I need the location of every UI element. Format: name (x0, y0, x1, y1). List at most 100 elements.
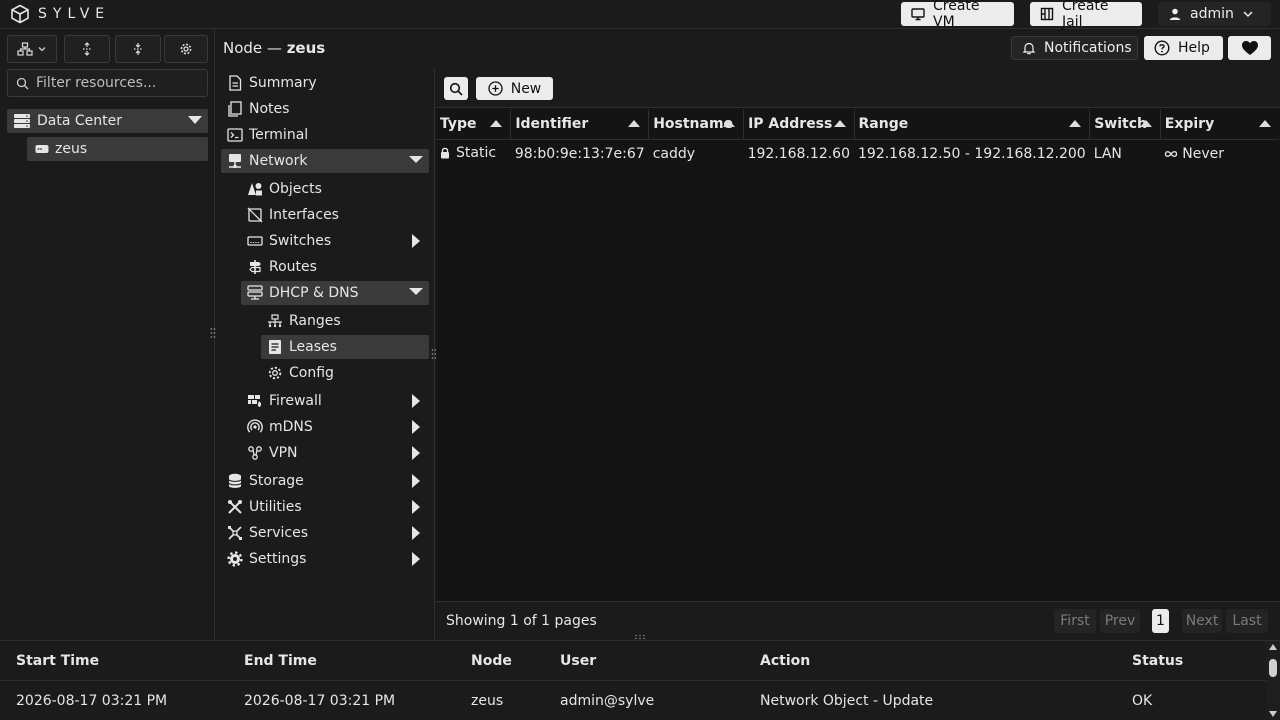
page-1-button[interactable]: 1 (1152, 609, 1169, 633)
nav-firewall[interactable]: Firewall (247, 389, 429, 413)
cube-logo-icon (10, 4, 30, 24)
sort-asc-icon (1139, 120, 1152, 128)
nav-leases[interactable]: Leases (261, 335, 429, 359)
nav-vpn[interactable]: VPN (247, 441, 429, 465)
nav-storage[interactable]: Storage (227, 469, 429, 493)
nav-dhcp-dns[interactable]: DHCP & DNS (241, 281, 429, 305)
caret-right-icon (411, 474, 421, 488)
notifications-label: Notifications (1044, 40, 1132, 56)
terminal-icon (227, 127, 243, 143)
first-page-button[interactable]: First (1054, 609, 1096, 633)
nav-notes[interactable]: Notes (227, 97, 429, 121)
column-label: IP Address (748, 115, 833, 132)
caret-right-icon (411, 552, 421, 566)
caret-down-icon[interactable] (188, 115, 202, 125)
column-header-identifier[interactable]: Identifier (510, 109, 650, 140)
column-header-ip-address[interactable]: IP Address (743, 109, 855, 140)
bell-icon (1022, 41, 1036, 55)
user-menu-button[interactable]: admin (1158, 2, 1271, 26)
create-jail-button[interactable]: Create Jail (1030, 0, 1142, 30)
column-header-type[interactable]: Type (436, 109, 512, 140)
nav-ranges[interactable]: Ranges (267, 309, 429, 333)
content-toolbar: New (436, 69, 1280, 108)
nav-network[interactable]: Network (221, 149, 429, 173)
vpn-icon (247, 445, 263, 461)
heart-icon (1241, 40, 1259, 56)
nav-routes[interactable]: Routes (247, 255, 429, 279)
log-header-status[interactable]: Status (1132, 653, 1183, 669)
chevron-down-icon (37, 44, 47, 54)
nav-firewall-label: Firewall (269, 393, 322, 409)
log-cell-status: OK (1132, 693, 1153, 709)
panel-settings-button[interactable] (164, 35, 208, 63)
log-cell-user: admin@sylve (560, 693, 655, 709)
new-lease-button[interactable]: New (476, 77, 553, 100)
log-cell-start-time: 2026-08-17 03:21 PM (16, 693, 168, 709)
scrollbar-thumb[interactable] (1269, 659, 1277, 677)
caret-right-icon (411, 234, 421, 248)
breadcrumb-node: zeus (286, 39, 326, 57)
favorite-button[interactable] (1228, 36, 1271, 60)
help-button[interactable]: Help (1144, 36, 1223, 60)
nav-switches[interactable]: Switches (247, 229, 429, 253)
brand-name: SYLVE (38, 6, 111, 22)
log-cell-action: Network Object - Update (760, 693, 934, 709)
gear-icon (227, 551, 243, 567)
collapse-all-button[interactable] (115, 35, 161, 63)
scroll-up-icon[interactable] (1269, 644, 1277, 650)
create-vm-button[interactable]: Create VM (901, 0, 1014, 30)
nav-config-label: Config (289, 365, 334, 381)
column-header-switch[interactable]: Switch (1089, 109, 1161, 140)
brand[interactable]: SYLVE (10, 4, 110, 24)
log-header-end-time[interactable]: End Time (244, 653, 317, 669)
tree-item-datacenter[interactable]: Data Center (7, 109, 208, 133)
table-row[interactable]: Static 98:b0:9e:13:7e:67 caddy 192.168.1… (436, 139, 1279, 169)
search-button[interactable] (444, 77, 468, 100)
filter-resources-input[interactable] (36, 75, 206, 91)
column-header-hostname[interactable]: Hostname (648, 109, 745, 140)
caret-right-icon (411, 526, 421, 540)
column-header-range[interactable]: Range (854, 109, 1091, 140)
nav-settings[interactable]: Settings (227, 547, 429, 571)
tree-item-node-zeus[interactable]: zeus (27, 137, 208, 161)
nav-config[interactable]: Config (267, 361, 429, 385)
user-icon (1168, 7, 1182, 21)
prev-page-button[interactable]: Prev (1100, 609, 1140, 633)
notifications-button[interactable]: Notifications (1011, 36, 1138, 60)
nav-mdns[interactable]: mDNS (247, 415, 429, 439)
top-bar: SYLVE Create VM Create Jail admin (0, 0, 1280, 30)
log-header-user[interactable]: User (560, 653, 596, 669)
scroll-down-icon[interactable] (1269, 711, 1277, 717)
nav-interfaces[interactable]: Interfaces (247, 203, 429, 227)
lease-list-icon (267, 339, 283, 355)
view-mode-dropdown[interactable] (7, 35, 57, 63)
column-label: Range (858, 115, 909, 132)
jail-icon (1040, 7, 1054, 21)
column-header-expiry[interactable]: Expiry (1160, 109, 1279, 140)
last-page-button[interactable]: Last (1226, 609, 1268, 633)
infinity-icon (1164, 150, 1178, 158)
log-header-start-time[interactable]: Start Time (16, 653, 99, 669)
nav-vpn-label: VPN (269, 445, 298, 461)
log-header-action[interactable]: Action (760, 653, 810, 669)
nav-terminal[interactable]: Terminal (227, 123, 429, 147)
nav-switches-label: Switches (269, 233, 332, 249)
plus-circle-icon (488, 81, 503, 96)
nav-summary[interactable]: Summary (227, 71, 429, 95)
log-header-node[interactable]: Node (471, 653, 512, 669)
gear-icon (179, 42, 193, 56)
next-page-button[interactable]: Next (1182, 609, 1222, 633)
log-scrollbar[interactable] (1266, 641, 1280, 720)
nav-services[interactable]: Services (227, 521, 429, 545)
nav-objects[interactable]: Objects (247, 177, 429, 201)
table-footer: Showing 1 of 1 pages First Prev 1 Next L… (436, 601, 1280, 640)
breadcrumb: Node — zeus (223, 39, 325, 57)
cell-switch: LAN (1093, 146, 1122, 163)
expand-all-button[interactable] (64, 35, 110, 63)
cell-hostname: caddy (652, 146, 696, 163)
table-header-row: Type Identifier Hostname IP Address Rang… (436, 109, 1279, 140)
nav-utilities[interactable]: Utilities (227, 495, 429, 519)
cell-ip-address: 192.168.12.60 (747, 146, 850, 163)
lock-icon (440, 147, 450, 159)
nav-interfaces-label: Interfaces (269, 207, 339, 223)
